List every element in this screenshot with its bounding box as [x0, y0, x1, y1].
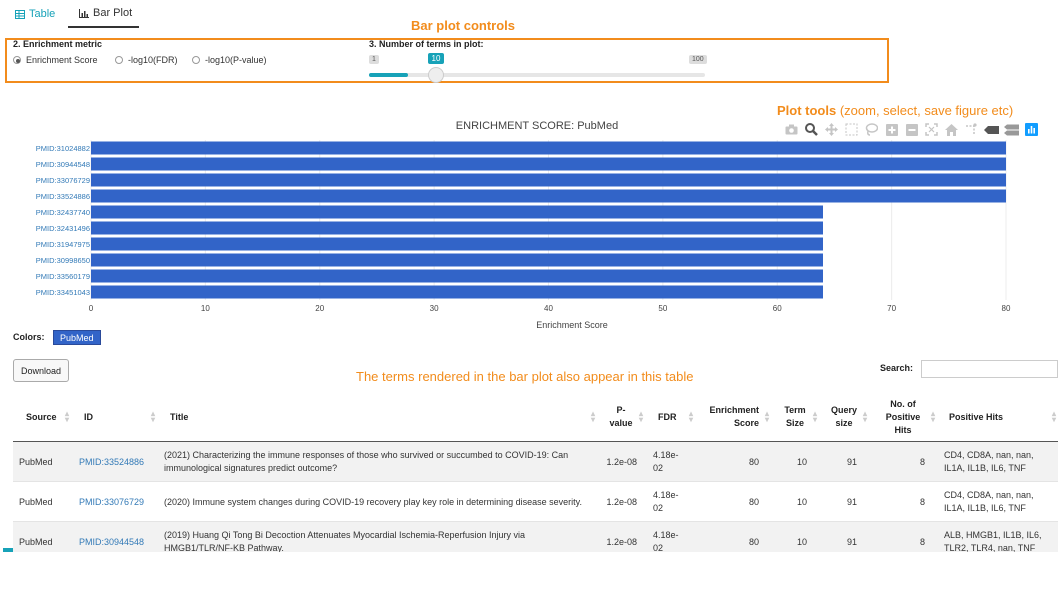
scroll-indicator — [3, 548, 13, 552]
cell-positive-hit-count-text: 8 — [919, 456, 925, 467]
cell-pvalue: 1.2e-08 — [597, 522, 645, 552]
table-row[interactable]: PubMed PMID:30944548 (2019) Huang Qi Tong … — [13, 522, 1058, 552]
cell-fdr: 4.18e-02 — [645, 522, 695, 552]
cell-pvalue: 1.2e-08 — [597, 482, 645, 522]
header-term-size[interactable]: Term Size ▴ ▾ — [771, 392, 819, 442]
cell-id-text[interactable]: PMID:30944548 — [79, 536, 144, 549]
cell-title: (2019) Huang Qi Tong Bi Decoction Attenu… — [157, 522, 597, 552]
cell-source-text: PubMed — [19, 456, 53, 467]
table-body: PubMed PMID:33524886 (2021) Characterizing… — [13, 442, 1058, 552]
header-fdr[interactable]: FDR ▴ ▾ — [645, 392, 695, 442]
cell-term-size: 10 — [771, 522, 819, 552]
cell-fdr: 4.18e-02 — [645, 482, 695, 522]
cell-positive-hit-count-text: 8 — [919, 536, 925, 547]
header-query-size[interactable]: Query size ▴ ▾ — [819, 392, 869, 442]
cell-positive-hits: CD4, CD8A, nan, nan, IL1A, IL1B, IL6, TN… — [937, 482, 1058, 522]
table-row[interactable]: PubMed PMID:33524886 (2021) Characterizing… — [13, 442, 1058, 482]
cell-positive-hits: CD4, CD8A, nan, nan, IL1A, IL1B, IL6, TN… — [937, 442, 1058, 482]
cell-term-size-text: 10 — [796, 536, 807, 547]
cell-source: PubMed — [13, 482, 71, 522]
cell-title-text: (2020) Immune system changes during COVI… — [164, 496, 583, 507]
cell-id-text[interactable]: PMID:33524886 — [79, 456, 144, 469]
header-pvalue[interactable]: P-value ▴ ▾ — [597, 392, 645, 442]
cell-fdr-text: 4.18e-02 — [653, 450, 679, 473]
cell-positive-hit-count: 8 — [869, 522, 937, 552]
cell-source: PubMed — [13, 522, 71, 552]
cell-positive-hits-text: CD4, CD8A, nan, nan, IL1A, IL1B, IL6, TN… — [944, 490, 1034, 513]
header-id[interactable]: ID ▴ ▾ — [71, 392, 157, 442]
cell-query-size: 91 — [819, 482, 869, 522]
cell-id-text[interactable]: PMID:33076729 — [79, 496, 144, 509]
cell-positive-hits-text: CD4, CD8A, nan, nan, IL1A, IL1B, IL6, TN… — [944, 450, 1034, 473]
cell-source-text: PubMed — [19, 496, 53, 507]
cell-positive-hit-count: 8 — [869, 442, 937, 482]
cell-term-size-text: 10 — [796, 496, 807, 507]
results-table: Source ▴ ▾ ID ▴ ▾ Title ▴ ▾ P-value ▴ ▾ FDR ▴ ▾ En… — [13, 392, 1058, 552]
cell-query-size: 91 — [819, 442, 869, 482]
cell-pvalue-text: 1.2e-08 — [606, 536, 637, 547]
cell-fdr-text: 4.18e-02 — [653, 530, 679, 552]
table-row[interactable]: PubMed PMID:33076729 (2020) Immune system … — [13, 482, 1058, 522]
cell-pvalue: 1.2e-08 — [597, 442, 645, 482]
cell-fdr-text: 4.18e-02 — [653, 490, 679, 513]
cell-source-text: PubMed — [19, 536, 53, 547]
cell-title: (2020) Immune system changes during COVI… — [157, 482, 597, 522]
cell-source: PubMed — [13, 442, 71, 482]
cell-enrichment-score-text: 80 — [748, 496, 759, 507]
cell-positive-hits: ALB, HMGB1, IL1B, IL6, TLR2, TLR4, nan, … — [937, 522, 1058, 552]
cell-fdr: 4.18e-02 — [645, 442, 695, 482]
header-source[interactable]: Source ▴ ▾ — [13, 392, 71, 442]
cell-positive-hits-text: ALB, HMGB1, IL1B, IL6, TLR2, TLR4, nan, … — [944, 530, 1042, 552]
header-enrichment-score[interactable]: Enrichment Score ▴ ▾ — [695, 392, 771, 442]
cell-title-text: (2021) Characterizing the immune respons… — [164, 450, 569, 473]
cell-enrichment-score-text: 80 — [748, 456, 759, 467]
header-title[interactable]: Title ▴ ▾ — [157, 392, 597, 442]
cell-pvalue-text: 1.2e-08 — [606, 456, 637, 467]
cell-enrichment-score: 80 — [695, 482, 771, 522]
table-viewport: Source ▴ ▾ ID ▴ ▾ Title ▴ ▾ P-value ▴ ▾ FDR ▴ ▾ En… — [0, 0, 1058, 552]
cell-query-size: 91 — [819, 522, 869, 552]
cell-title-text: (2019) Huang Qi Tong Bi Decoction Attenu… — [164, 530, 526, 552]
cell-query-size-text: 91 — [846, 536, 857, 547]
cell-term-size: 10 — [771, 482, 819, 522]
cell-enrichment-score-text: 80 — [748, 536, 759, 547]
cell-enrichment-score: 80 — [695, 442, 771, 482]
cell-query-size-text: 91 — [846, 496, 857, 507]
cell-id[interactable]: PMID:33076729 — [71, 482, 157, 522]
header-positive-hits[interactable]: Positive Hits ▴ ▾ — [937, 392, 1058, 442]
cell-positive-hit-count-text: 8 — [919, 496, 925, 507]
table-header: Source ▴ ▾ ID ▴ ▾ Title ▴ ▾ P-value ▴ ▾ FDR ▴ ▾ En… — [13, 392, 1058, 442]
cell-enrichment-score: 80 — [695, 522, 771, 552]
cell-positive-hit-count: 8 — [869, 482, 937, 522]
cell-pvalue-text: 1.2e-08 — [606, 496, 637, 507]
cell-id[interactable]: PMID:30944548 — [71, 522, 157, 552]
header-positive-hit-count[interactable]: No. of Positive Hits ▴ ▾ — [869, 392, 937, 442]
cell-query-size-text: 91 — [846, 456, 857, 467]
cell-id[interactable]: PMID:33524886 — [71, 442, 157, 482]
cell-term-size-text: 10 — [796, 456, 807, 467]
cell-term-size: 10 — [771, 442, 819, 482]
cell-title: (2021) Characterizing the immune respons… — [157, 442, 597, 482]
